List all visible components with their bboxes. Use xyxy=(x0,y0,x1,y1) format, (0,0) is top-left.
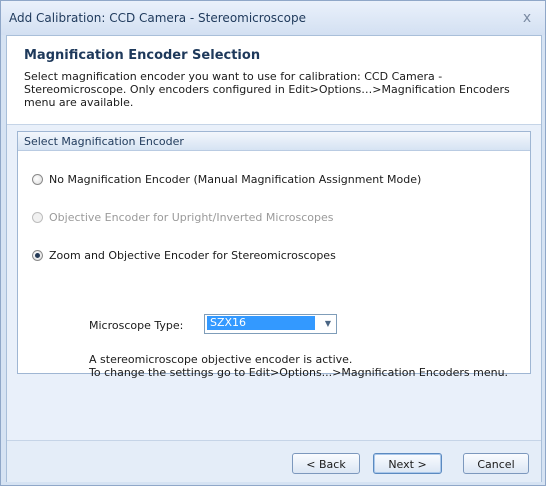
microscope-type-value: SZX16 xyxy=(207,316,315,330)
back-button[interactable]: < Back xyxy=(292,453,360,474)
wizard-footer: < Back Next > Cancel xyxy=(7,440,541,482)
page-description: Select magnification encoder you want to… xyxy=(24,70,510,109)
group-header: Select Magnification Encoder xyxy=(18,132,530,151)
dialog-client-area: Magnification Encoder Selection Select m… xyxy=(6,35,542,482)
encoder-info-text: A stereomicroscope objective encoder is … xyxy=(89,353,519,379)
title-bar[interactable]: Add Calibration: CCD Camera - Stereomicr… xyxy=(1,1,545,35)
info-line-1: A stereomicroscope objective encoder is … xyxy=(89,353,353,366)
radio-zoom-objective-encoder[interactable] xyxy=(32,250,43,261)
radio-objective-encoder xyxy=(32,212,43,223)
group-title: Select Magnification Encoder xyxy=(24,135,184,148)
window-title: Add Calibration: CCD Camera - Stereomicr… xyxy=(9,11,306,25)
option-label: No Magnification Encoder (Manual Magnifi… xyxy=(49,173,422,186)
close-icon[interactable]: x xyxy=(517,8,537,28)
page-title: Magnification Encoder Selection xyxy=(24,48,261,63)
microscope-type-label: Microscope Type: xyxy=(89,319,184,332)
dialog-window: Add Calibration: CCD Camera - Stereomicr… xyxy=(0,0,546,486)
cancel-button[interactable]: Cancel xyxy=(463,453,529,474)
next-button[interactable]: Next > xyxy=(373,453,442,474)
radio-no-encoder[interactable] xyxy=(32,174,43,185)
info-line-2: To change the settings go to Edit>Option… xyxy=(89,366,509,379)
wizard-header: Magnification Encoder Selection Select m… xyxy=(7,36,541,125)
wizard-body: Select Magnification Encoder No Magnific… xyxy=(7,125,541,440)
option-label: Objective Encoder for Upright/Inverted M… xyxy=(49,211,334,224)
option-label: Zoom and Objective Encoder for Stereomic… xyxy=(49,249,336,262)
microscope-type-select[interactable]: SZX16 ▼ xyxy=(204,314,337,334)
encoder-group-box: Select Magnification Encoder No Magnific… xyxy=(17,131,531,379)
chevron-down-icon[interactable]: ▼ xyxy=(322,317,334,331)
